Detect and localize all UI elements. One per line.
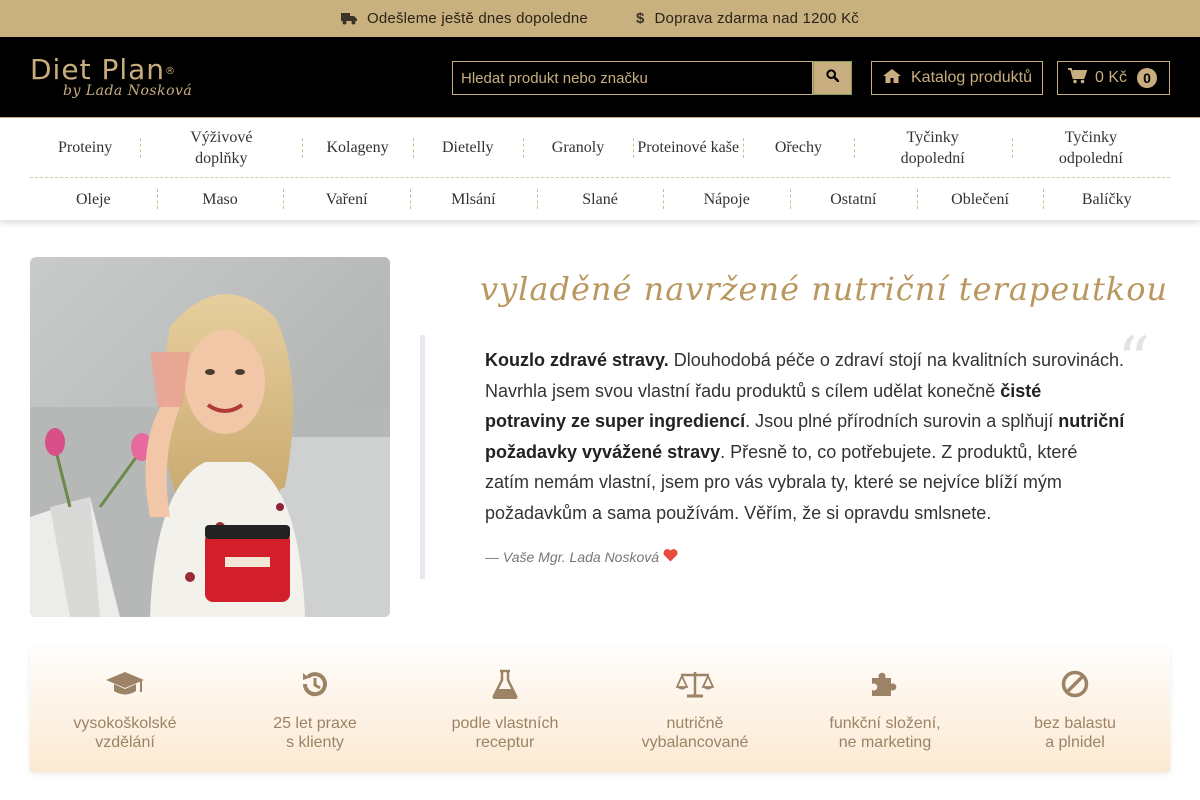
cart-icon <box>1068 67 1088 89</box>
promo-shipping-today: Odešleme ještě dnes dopoledne <box>341 10 588 27</box>
nav-item-oleje[interactable]: Oleje <box>30 189 157 210</box>
feature-experience: 25 let praxe s klienty <box>220 648 410 772</box>
feature-label-line1: podle vlastních <box>451 715 559 732</box>
portrait-photo <box>30 257 390 617</box>
nav-item-tycinky-dopoledni[interactable]: Tyčinky dopolední <box>854 127 1012 169</box>
feature-label-line2: receptur <box>475 734 535 751</box>
nav-item-slane[interactable]: Slané <box>537 189 664 210</box>
feature-recipes: podle vlastních receptur <box>410 648 600 772</box>
nav-item-maso[interactable]: Maso <box>157 189 284 210</box>
nav-item-orechy[interactable]: Ořechy <box>743 137 853 158</box>
section-heading: vyladěné navržené nutriční terapeutkou <box>480 270 1169 308</box>
ban-icon <box>1060 668 1090 700</box>
promo-free-delivery-text: Doprava zdarma nad 1200 Kč <box>654 10 859 27</box>
nav-item-obleceni[interactable]: Oblečení <box>917 189 1044 210</box>
feature-label-line1: 25 let praxe <box>273 715 357 732</box>
feature-no-fillers: bez balastu a plnidel <box>980 648 1170 772</box>
graduation-cap-icon <box>105 668 145 700</box>
nav-item-proteinove-kase[interactable]: Proteinové kaše <box>633 137 743 158</box>
logo[interactable]: Diet Plan® by Lada Nosková <box>30 53 193 100</box>
flask-icon <box>492 668 518 700</box>
feature-balanced: nutričně vybalancované <box>600 648 790 772</box>
promo-shipping-text: Odešleme ještě dnes dopoledne <box>367 10 588 27</box>
quote-signature: — Vaše Mgr. Lada Nosková <box>485 549 678 565</box>
home-icon <box>882 68 902 89</box>
nav-item-granoly[interactable]: Granoly <box>523 137 633 158</box>
nav-item-kolageny[interactable]: Kolageny <box>302 137 412 158</box>
site-header: Diet Plan® by Lada Nosková Katalog produ… <box>0 37 1200 117</box>
feature-label-line2: vzdělání <box>95 734 155 751</box>
nav-item-balicky[interactable]: Balíčky <box>1043 189 1170 210</box>
nav-item-proteiny[interactable]: Proteiny <box>30 137 140 158</box>
heart-icon <box>663 549 678 565</box>
truck-icon <box>341 12 357 25</box>
feature-education: vysokoškolské vzdělání <box>30 648 220 772</box>
logo-subtitle: by Lada Nosková <box>63 83 193 99</box>
feature-label-line1: vysokoškolské <box>73 715 177 732</box>
logo-brand: Diet Plan® <box>30 53 177 86</box>
nav-row-1: Proteiny Výživové doplňky Kolageny Diete… <box>30 118 1170 177</box>
search-icon <box>826 69 840 87</box>
feature-label-line2: vybalancované <box>641 734 749 751</box>
nav-item-tycinky-odpoledni[interactable]: Tyčinky odpolední <box>1012 127 1170 169</box>
promo-bar: Odešleme ještě dnes dopoledne $ Doprava … <box>0 0 1200 37</box>
quote-bold-1: Kouzlo zdravé stravy. <box>485 350 669 370</box>
feature-label-line2: a plnidel <box>1045 734 1105 751</box>
category-nav: Proteiny Výživové doplňky Kolageny Diete… <box>0 117 1200 220</box>
feature-label-line2: s klienty <box>286 734 344 751</box>
feature-label-line1: bez balastu <box>1034 715 1116 732</box>
quote-text-2: . Jsou plné přírodních surovin a splňují <box>745 411 1059 431</box>
history-icon <box>300 668 330 700</box>
quote-text: Kouzlo zdravé stravy. Dlouhodobá péče o … <box>485 345 1125 528</box>
feature-label-line1: funkční složení, <box>829 715 941 732</box>
puzzle-icon <box>870 668 900 700</box>
feature-functional: funkční složení, ne marketing <box>790 648 980 772</box>
nav-item-napoje[interactable]: Nápoje <box>663 189 790 210</box>
cart-count-badge: 0 <box>1137 68 1158 88</box>
promo-free-delivery: $ Doprava zdarma nad 1200 Kč <box>636 10 859 27</box>
cart-button[interactable]: 0 Kč 0 <box>1057 61 1170 95</box>
dollar-icon: $ <box>635 10 645 27</box>
nav-row-2: Oleje Maso Vaření Mlsání Slané Nápoje Os… <box>30 177 1170 220</box>
feature-label-line1: nutričně <box>666 715 724 732</box>
nav-item-ostatni[interactable]: Ostatní <box>790 189 917 210</box>
cart-total: 0 Kč <box>1095 69 1128 86</box>
nav-item-vyzivove-doplnky[interactable]: Výživové doplňky <box>140 127 302 169</box>
nav-item-vareni[interactable]: Vaření <box>283 189 410 210</box>
nav-item-mlsani[interactable]: Mlsání <box>410 189 537 210</box>
catalog-label: Katalog produktů <box>911 69 1032 86</box>
catalog-button[interactable]: Katalog produktů <box>871 61 1043 95</box>
nav-item-dietelly[interactable]: Dietelly <box>413 137 523 158</box>
search-input[interactable] <box>452 61 813 95</box>
quote-block: “ Kouzlo zdravé stravy. Dlouhodobá péče … <box>420 329 1170 579</box>
balance-scale-icon <box>676 668 714 700</box>
signature-text: — Vaše Mgr. Lada Nosková <box>485 549 660 565</box>
feature-label-line2: ne marketing <box>838 734 932 751</box>
about-section: vyladěné navržené nutriční terapeutkou “… <box>0 220 1200 650</box>
search-bar <box>452 61 852 95</box>
features-strip: vysokoškolské vzdělání 25 let praxe s klie… <box>30 648 1170 772</box>
search-button[interactable] <box>813 61 852 95</box>
